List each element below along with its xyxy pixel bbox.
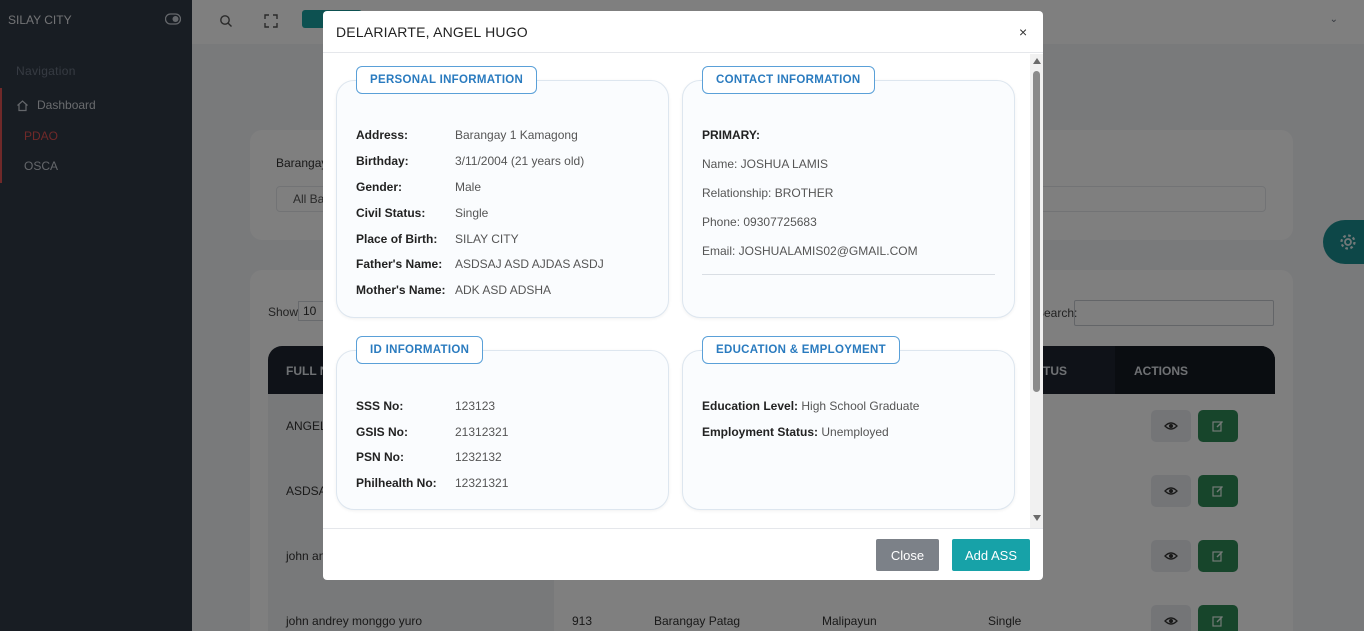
id-field: SSS No: 123123	[356, 399, 495, 413]
scroll-down-arrow-icon[interactable]	[1033, 515, 1041, 521]
field-label: Education Level:	[702, 399, 799, 413]
field-label: Philhealth No:	[356, 476, 437, 490]
field-value: SILAY CITY	[455, 232, 519, 246]
education-heading: EDUCATION & EMPLOYMENT	[702, 336, 900, 364]
contact-line: Phone: 09307725683	[702, 215, 817, 229]
contact-line: Relationship: BROTHER	[702, 186, 834, 200]
field-label: Mother's Name:	[356, 283, 446, 297]
field-value: ADK ASD ADSHA	[455, 283, 552, 297]
id-info-card: SSS No: 123123 GSIS No: 21312321 PSN No: 12…	[336, 350, 669, 510]
field-value: Single	[455, 206, 489, 220]
education-field: Education Level: High School Graduate	[702, 399, 919, 413]
field-value: 3/11/2004 (21 years old)	[455, 154, 585, 168]
field-label: Employment Status:	[702, 425, 819, 439]
field-value: Unemployed	[821, 425, 889, 439]
field-label: Place of Birth:	[356, 232, 438, 246]
contact-info-heading: CONTACT INFORMATION	[702, 66, 875, 94]
person-details-modal: DELARIARTE, ANGEL HUGO × Address: Baranga…	[323, 11, 1043, 580]
personal-field: Birthday: 3/11/2004 (21 years old)	[356, 154, 584, 168]
field-value: Barangay 1 Kamagong	[455, 128, 578, 142]
field-value: 1232132	[455, 450, 502, 464]
field-value: High School Graduate	[801, 399, 920, 413]
scroll-up-arrow-icon[interactable]	[1033, 58, 1041, 64]
field-label: PSN No:	[356, 450, 404, 464]
close-button[interactable]: Close	[876, 539, 939, 571]
close-icon[interactable]: ×	[1019, 25, 1027, 39]
field-label: Address:	[356, 128, 409, 142]
modal-footer: Close Add ASS	[323, 528, 1043, 580]
modal-title: DELARIARTE, ANGEL HUGO	[336, 24, 528, 40]
field-label: GSIS No:	[356, 425, 409, 439]
primary-label: PRIMARY:	[702, 128, 760, 142]
field-label: SSS No:	[356, 399, 404, 413]
personal-field: Address: Barangay 1 Kamagong	[356, 128, 578, 142]
field-label: Gender:	[356, 180, 403, 194]
id-field: Philhealth No: 12321321	[356, 476, 508, 490]
field-value: ASDSAJ ASD AJDAS ASDJ	[455, 257, 604, 271]
id-info-heading: ID INFORMATION	[356, 336, 484, 364]
modal-body: Address: Barangay 1 Kamagong Birthday: 3/1…	[323, 54, 1043, 528]
contact-line: Name: JOSHUA LAMIS	[702, 157, 829, 171]
divider	[702, 274, 995, 275]
education-card: Education Level: High School Graduate Em…	[682, 350, 1015, 510]
field-value: Male	[455, 180, 482, 194]
personal-info-heading: PERSONAL INFORMATION	[356, 66, 538, 94]
field-label: Civil Status:	[356, 206, 426, 220]
field-value: 123123	[455, 399, 496, 413]
field-value: 12321321	[455, 476, 509, 490]
modal-header: DELARIARTE, ANGEL HUGO ×	[323, 11, 1043, 53]
contact-info-card: PRIMARY: Name: JOSHUA LAMIS Relationship…	[682, 80, 1015, 318]
education-field: Employment Status: Unemployed	[702, 425, 889, 439]
id-field: GSIS No: 21312321	[356, 425, 508, 439]
personal-field: Place of Birth: SILAY CITY	[356, 232, 519, 246]
field-value: 21312321	[455, 425, 509, 439]
personal-field: Civil Status: Single	[356, 206, 488, 220]
personal-info-card: Address: Barangay 1 Kamagong Birthday: 3/1…	[336, 80, 669, 318]
scrollbar-thumb[interactable]	[1033, 71, 1040, 392]
personal-field: Gender: Male	[356, 180, 481, 194]
id-field: PSN No: 1232132	[356, 450, 502, 464]
field-label: Father's Name:	[356, 257, 443, 271]
modal-scrollbar[interactable]	[1030, 54, 1043, 528]
add-ass-button[interactable]: Add ASS	[952, 539, 1030, 571]
personal-field: Father's Name: ASDSAJ ASD AJDAS ASDJ	[356, 257, 604, 271]
personal-field: Mother's Name: ADK ASD ADSHA	[356, 283, 551, 297]
contact-line: Email: JOSHUALAMIS02@GMAIL.COM	[702, 244, 918, 258]
field-label: Birthday:	[356, 154, 409, 168]
